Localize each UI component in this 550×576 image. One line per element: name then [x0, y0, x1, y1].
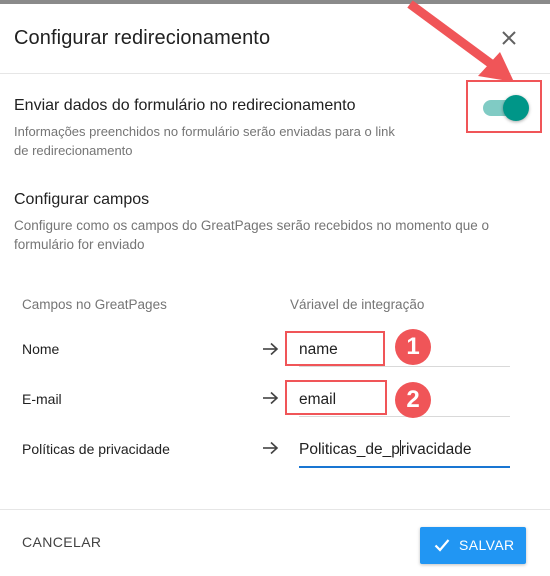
fields-section-description: Configure como os campos do GreatPages s… — [14, 218, 490, 252]
annotation-arrow-icon — [407, 0, 514, 82]
cancel-button[interactable]: CANCELAR — [22, 534, 101, 550]
variable-input-value-after-caret: rivacidade — [400, 441, 472, 458]
input-underline-focused — [299, 466, 510, 468]
input-underline — [299, 366, 510, 367]
field-label-privacy: Políticas de privacidade — [22, 441, 170, 457]
email-highlight-box — [285, 380, 387, 415]
save-button-label: SALVAR — [459, 537, 515, 553]
send-data-title: Enviar dados do formulário no redirecion… — [14, 97, 356, 114]
name-highlight-box — [285, 331, 385, 366]
send-data-description: Informações preenchidos no formulário se… — [14, 124, 395, 158]
variable-input-privacy[interactable]: Politicas_de_privacidade — [299, 437, 510, 468]
save-button[interactable]: SALVAR — [420, 527, 526, 564]
annotation-badge-1: 1 — [395, 329, 431, 365]
footer-divider — [0, 509, 550, 510]
field-label-nome: Nome — [22, 341, 60, 357]
arrow-right-icon — [263, 391, 279, 405]
variable-input-value-before-caret: Politicas_de_p — [299, 441, 400, 458]
fields-section-title: Configurar campos — [14, 191, 150, 208]
annotation-badge-2: 2 — [395, 382, 431, 418]
check-icon — [434, 539, 450, 552]
dialog-title: Configurar redirecionamento — [14, 27, 271, 49]
field-label-email: E-mail — [22, 391, 62, 407]
arrow-right-icon — [263, 342, 279, 356]
column-header-greatpages: Campos no GreatPages — [22, 297, 167, 312]
column-header-variable: Váriavel de integração — [290, 297, 425, 312]
arrow-right-icon — [263, 441, 279, 455]
